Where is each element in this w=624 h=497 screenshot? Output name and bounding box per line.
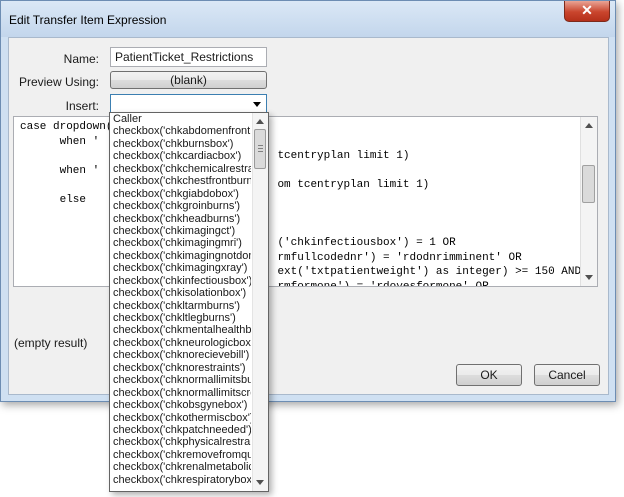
title-bar[interactable]: Edit Transfer Item Expression ✕	[1, 1, 615, 37]
expression-editor[interactable]: case dropdown( when ' tcentryplan limit …	[13, 116, 598, 287]
insert-option[interactable]: checkbox('chkrenalmetabolicbox')	[110, 461, 251, 473]
insert-dropdown-list[interactable]: Callercheckbox('chkabdomenfrontburn')che…	[109, 112, 269, 492]
insert-option[interactable]: checkbox('chkimagingxray')	[110, 262, 251, 274]
dialog-body: Name: PatientTicket_Restrictions Preview…	[8, 37, 609, 395]
insert-option[interactable]: checkbox('chkisolationbox')	[110, 287, 251, 299]
close-button[interactable]: ✕	[564, 1, 610, 22]
insert-option[interactable]: checkbox('chkphysicalrestraints')	[110, 436, 251, 448]
insert-option[interactable]: checkbox('chknormallimitsbun')	[110, 374, 251, 386]
insert-option[interactable]: checkbox('chkburnsbox')	[110, 138, 251, 150]
insert-options: Callercheckbox('chkabdomenfrontburn')che…	[110, 113, 251, 486]
preview-result-text: (empty result)	[14, 336, 88, 350]
insert-option[interactable]: checkbox('chkinfectiousbox')	[110, 275, 251, 287]
insert-option[interactable]: checkbox('chkabdomenfrontburn')	[110, 125, 251, 137]
dropdown-scroll-up-icon[interactable]	[256, 119, 264, 124]
insert-option[interactable]: checkbox('chkltarmburns')	[110, 300, 251, 312]
dropdown-scroll-down-icon[interactable]	[256, 480, 264, 485]
insert-option[interactable]: checkbox('chkltlegburns')	[110, 312, 251, 324]
scroll-up-icon[interactable]	[585, 123, 593, 128]
insert-option[interactable]: checkbox('chkchestfrontburns')	[110, 175, 251, 187]
insert-option[interactable]: checkbox('chkobsgynebox')	[110, 399, 251, 411]
insert-option[interactable]: checkbox('chkgroinburns')	[110, 200, 251, 212]
insert-combobox[interactable]	[110, 94, 267, 114]
window-title: Edit Transfer Item Expression	[9, 13, 167, 27]
cancel-button[interactable]: Cancel	[534, 364, 600, 386]
insert-option[interactable]: Caller	[110, 113, 251, 125]
insert-option[interactable]: checkbox('chkimagingnotdone')	[110, 250, 251, 262]
insert-option[interactable]: checkbox('chkrespiratorybox')	[110, 474, 251, 486]
insert-option[interactable]: checkbox('chkimagingct')	[110, 225, 251, 237]
preview-using-button[interactable]: (blank)	[110, 71, 267, 89]
insert-option[interactable]: checkbox('chkpatchneeded')	[110, 424, 251, 436]
insert-option[interactable]: checkbox('chknorestraints')	[110, 362, 251, 374]
insert-option[interactable]: checkbox('chknorecievebill')	[110, 349, 251, 361]
insert-option[interactable]: checkbox('chkgiabdobox')	[110, 188, 251, 200]
chevron-down-icon[interactable]	[253, 102, 261, 107]
preview-using-label: Preview Using:	[18, 75, 99, 89]
insert-option[interactable]: checkbox('chknormallimitscreat')	[110, 387, 251, 399]
dialog-window: Edit Transfer Item Expression ✕ Name: Pa…	[0, 0, 616, 402]
insert-label: Insert:	[65, 99, 99, 113]
dropdown-scrollbar[interactable]	[252, 113, 268, 491]
insert-option[interactable]: checkbox('chkimagingmri')	[110, 237, 251, 249]
insert-option[interactable]: checkbox('chkcardiacbox')	[110, 150, 251, 162]
name-field[interactable]: PatientTicket_Restrictions	[110, 47, 267, 67]
scroll-down-icon[interactable]	[585, 275, 593, 280]
insert-option[interactable]: checkbox('chkheadburns')	[110, 213, 251, 225]
insert-option[interactable]: checkbox('chkothermiscbox')	[110, 412, 251, 424]
insert-option[interactable]: checkbox('chkchemicalrestraints')	[110, 163, 251, 175]
insert-option[interactable]: checkbox('chkremovefromqueue')	[110, 449, 251, 461]
insert-option[interactable]: checkbox('chkneurologicbox')	[110, 337, 251, 349]
editor-scrollbar[interactable]	[580, 117, 597, 286]
editor-scroll-thumb[interactable]	[582, 165, 595, 203]
ok-button[interactable]: OK	[456, 364, 522, 386]
expression-code[interactable]: case dropdown( when ' tcentryplan limit …	[20, 120, 597, 286]
name-label: Name:	[63, 52, 99, 66]
insert-option[interactable]: checkbox('chkmentalhealthbox')	[110, 324, 251, 336]
dropdown-scroll-thumb[interactable]	[254, 129, 266, 169]
